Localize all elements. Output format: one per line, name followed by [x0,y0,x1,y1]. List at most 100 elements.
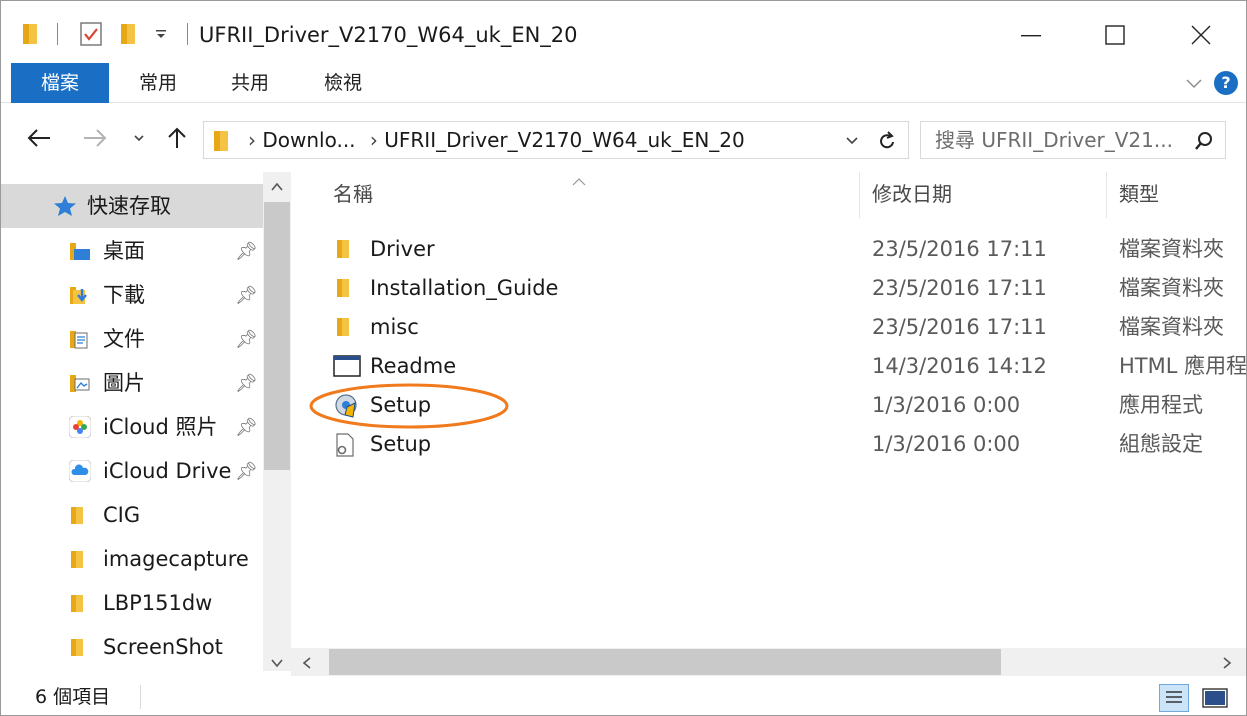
sidebar-scrollbar[interactable] [263,172,291,671]
file-row-driver[interactable]: Driver 23/5/2016 17:11 檔案資料夾 [291,230,1246,269]
column-header-type[interactable]: 類型 [1119,172,1159,220]
column-header-date[interactable]: 修改日期 [872,172,952,220]
sidebar-item-quick-access[interactable]: 快速存取 [1,184,263,228]
search-input[interactable]: 搜尋 UFRII_Driver_V21... [920,121,1226,159]
scroll-left-arrow-icon[interactable] [301,655,313,674]
new-folder-quick-access-icon[interactable] [121,19,135,49]
recent-locations-chevron-icon[interactable] [129,122,149,154]
minimize-button[interactable] [991,13,1071,57]
file-date: 23/5/2016 17:11 [872,237,1047,261]
tab-file[interactable]: 檔案 [11,63,109,103]
folder-icon [69,592,91,614]
sidebar-scroll-thumb[interactable] [264,202,290,470]
forward-arrow-icon[interactable] [81,122,109,154]
properties-quick-access-icon[interactable] [79,19,103,49]
address-history-chevron-icon[interactable] [844,132,860,152]
scroll-up-arrow-icon[interactable] [270,178,284,197]
breadcrumb-separator-icon: › [248,128,256,152]
file-name[interactable]: Setup [370,429,431,459]
ribbon-tabs: 檔案 常用 共用 檢視 ? [1,63,1246,103]
pin-icon[interactable]: 📌︎ [235,461,258,482]
sidebar-item-label: 下載 [103,283,145,307]
sidebar-item-label: iCloud Drive [103,459,232,483]
file-name[interactable]: Installation_Guide [370,273,558,303]
file-date: 23/5/2016 17:11 [872,315,1047,339]
sidebar-item-label: CIG [103,503,141,527]
large-icons-view-icon[interactable] [1201,686,1229,714]
search-icon[interactable] [1193,130,1215,156]
address-bar[interactable]: › Downlo... › UFRII_Driver_V2170_W64_uk_… [203,121,909,159]
pin-icon[interactable]: 📌︎ [235,285,258,306]
folder-icon [69,548,91,570]
tab-view[interactable]: 檢視 [308,63,378,103]
file-date: 1/3/2016 0:00 [872,393,1021,417]
folder-icon [335,276,357,300]
file-list-horizontal-scrollbar[interactable] [291,648,1246,676]
icloud-drive-icon [68,459,92,483]
desktop-folder-icon [69,240,91,262]
file-type: 檔案資料夾 [1119,276,1224,300]
explorer-window: UFRII_Driver_V2170_W64_uk_EN_20 檔案 常用 共用… [0,0,1247,716]
sidebar-item-cig[interactable]: CIG [1,493,263,537]
sidebar-item-downloads[interactable]: 下載 📌︎ [1,273,263,317]
breadcrumb-current-folder[interactable]: UFRII_Driver_V2170_W64_uk_EN_20 [384,128,745,152]
scroll-right-arrow-icon[interactable] [1221,655,1233,674]
sort-ascending-chevron-icon [571,172,587,191]
sidebar-item-label: iCloud 照片 [103,415,218,439]
folder-icon [335,237,357,261]
status-divider [140,685,141,709]
search-placeholder: 搜尋 UFRII_Driver_V21... [935,128,1173,152]
sidebar-item-label: imagecapture [103,547,249,571]
sidebar-item-pictures[interactable]: 圖片 📌︎ [1,361,263,405]
customize-quick-access-icon[interactable] [153,19,169,49]
column-header-name[interactable]: 名稱 [333,172,373,220]
navigation-pane: 快速存取 桌面 📌︎ 下載 📌︎ 文件 📌︎ 圖片 📌︎ iCloud 照片 📌… [1,172,263,671]
sidebar-item-desktop[interactable]: 桌面 📌︎ [1,229,263,273]
file-type: 組態設定 [1119,432,1203,456]
file-type: 檔案資料夾 [1119,237,1224,261]
html-app-icon [333,354,361,378]
status-bar: 6 個項目 [1,677,1246,715]
column-divider[interactable] [859,172,860,218]
back-arrow-icon[interactable] [23,122,55,154]
title-bar: UFRII_Driver_V2170_W64_uk_EN_20 [1,1,1246,63]
sidebar-item-icloud-photos[interactable]: iCloud 照片 📌︎ [1,405,263,449]
pin-icon[interactable]: 📌︎ [235,241,258,262]
file-type: HTML 應用程 [1119,354,1247,378]
sidebar-item-documents[interactable]: 文件 📌︎ [1,317,263,361]
refresh-icon[interactable] [876,130,898,156]
pictures-folder-icon [69,372,91,394]
expand-ribbon-chevron-icon[interactable] [1184,73,1204,97]
icloud-photos-icon [68,415,92,439]
file-name[interactable]: misc [370,312,419,342]
horizontal-scroll-thumb[interactable] [329,649,1001,675]
tab-share[interactable]: 共用 [215,63,285,103]
sidebar-item-icloud-drive[interactable]: iCloud Drive 📌︎ [1,449,263,493]
column-divider[interactable] [1106,172,1107,218]
file-name[interactable]: Driver [370,234,435,264]
file-name[interactable]: Readme [370,351,456,381]
help-button[interactable]: ? [1214,71,1238,95]
sidebar-item-label: ScreenShot [103,635,223,659]
star-icon [53,195,77,217]
pin-icon[interactable]: 📌︎ [235,417,258,438]
folder-icon [335,315,357,339]
downloads-folder-icon [69,284,91,306]
sidebar-item-screenshot[interactable]: ScreenShot [1,625,263,669]
file-type: 應用程式 [1119,393,1203,417]
details-view-icon[interactable] [1159,684,1189,712]
sidebar-item-label: LBP151dw [103,591,213,615]
sidebar-item-lbp151dw[interactable]: LBP151dw [1,581,263,625]
file-row-misc[interactable]: misc 23/5/2016 17:11 檔案資料夾 [291,308,1246,347]
up-arrow-icon[interactable] [163,122,191,154]
breadcrumb-downloads[interactable]: Downlo... [262,128,355,152]
file-row-installation-guide[interactable]: Installation_Guide 23/5/2016 17:11 檔案資料夾 [291,269,1246,308]
pin-icon[interactable]: 📌︎ [235,373,258,394]
tab-home[interactable]: 常用 [123,63,193,103]
maximize-button[interactable] [1075,13,1155,57]
pin-icon[interactable]: 📌︎ [235,329,258,350]
sidebar-item-imagecapture[interactable]: imagecapture [1,537,263,581]
close-button[interactable] [1161,13,1241,57]
file-date: 23/5/2016 17:11 [872,276,1047,300]
scroll-down-arrow-icon[interactable] [270,654,284,673]
